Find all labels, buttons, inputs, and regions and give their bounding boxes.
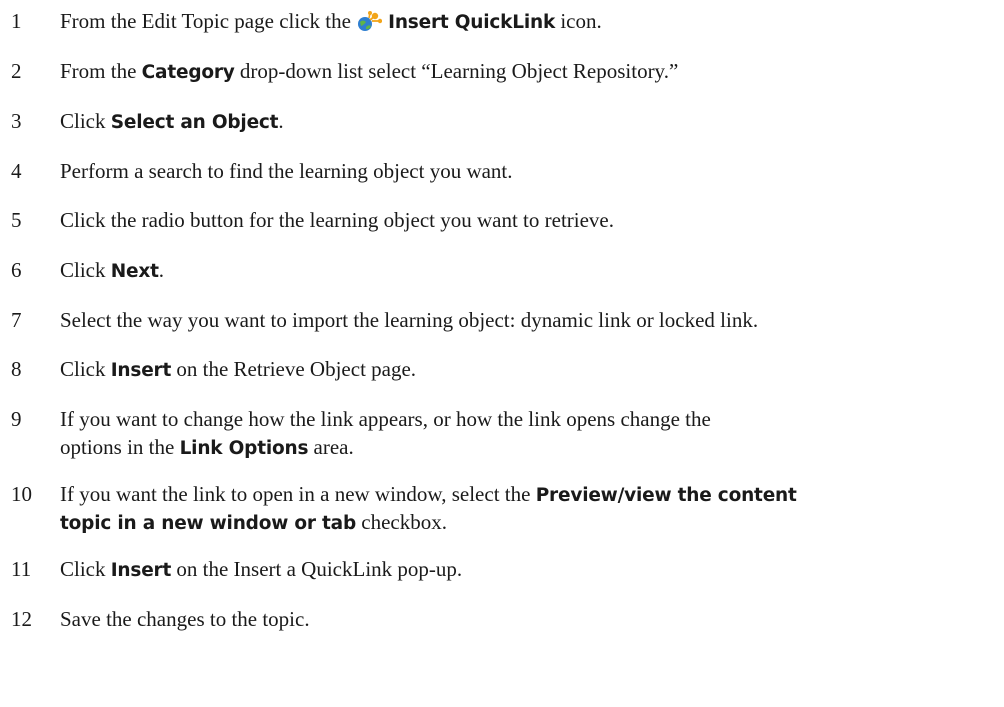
step-text: Click Select an Object.	[60, 109, 284, 133]
step-number: 7	[11, 308, 22, 332]
step-text: Click Next.	[60, 258, 165, 282]
step-text-line-2: topic in a new window or tab checkbox.	[60, 510, 447, 534]
instruction-steps: 1 From the Edit Topic page click the Ins…	[0, 0, 1004, 707]
step-number: 9	[11, 407, 22, 431]
step-10: 10 If you want the link to open in a new…	[0, 480, 1004, 536]
step-number: 1	[11, 9, 22, 33]
step-number: 2	[11, 59, 22, 83]
step-number: 6	[11, 258, 22, 282]
step-9: 9 If you want to change how the link app…	[0, 405, 1004, 461]
step-number: 4	[11, 159, 22, 183]
step-text-line-2: options in the Link Options area.	[60, 435, 354, 459]
step-text: Click the radio button for the learning …	[60, 208, 614, 232]
step-text: Perform a search to find the learning ob…	[60, 159, 513, 183]
step-text: Select the way you want to import the le…	[60, 308, 759, 332]
step-text: From the Edit Topic page click the Inser…	[60, 9, 602, 33]
step-text: From the Category drop-down list select …	[60, 59, 679, 83]
insert-quicklink-icon	[356, 10, 383, 32]
step-number: 3	[11, 109, 22, 133]
step-number: 11	[11, 557, 32, 581]
step-text: Save the changes to the topic.	[60, 607, 310, 631]
step-number: 12	[11, 607, 32, 631]
step-number: 8	[11, 357, 22, 381]
step-number: 5	[11, 208, 22, 232]
step-text: Click Insert on the Retrieve Object page…	[60, 357, 417, 381]
step-text-line-1: If you want the link to open in a new wi…	[60, 482, 797, 506]
step-number: 10	[11, 482, 32, 506]
step-text: Click Insert on the Insert a QuickLink p…	[60, 557, 463, 581]
step-text-line-1: If you want to change how the link appea…	[60, 407, 711, 431]
